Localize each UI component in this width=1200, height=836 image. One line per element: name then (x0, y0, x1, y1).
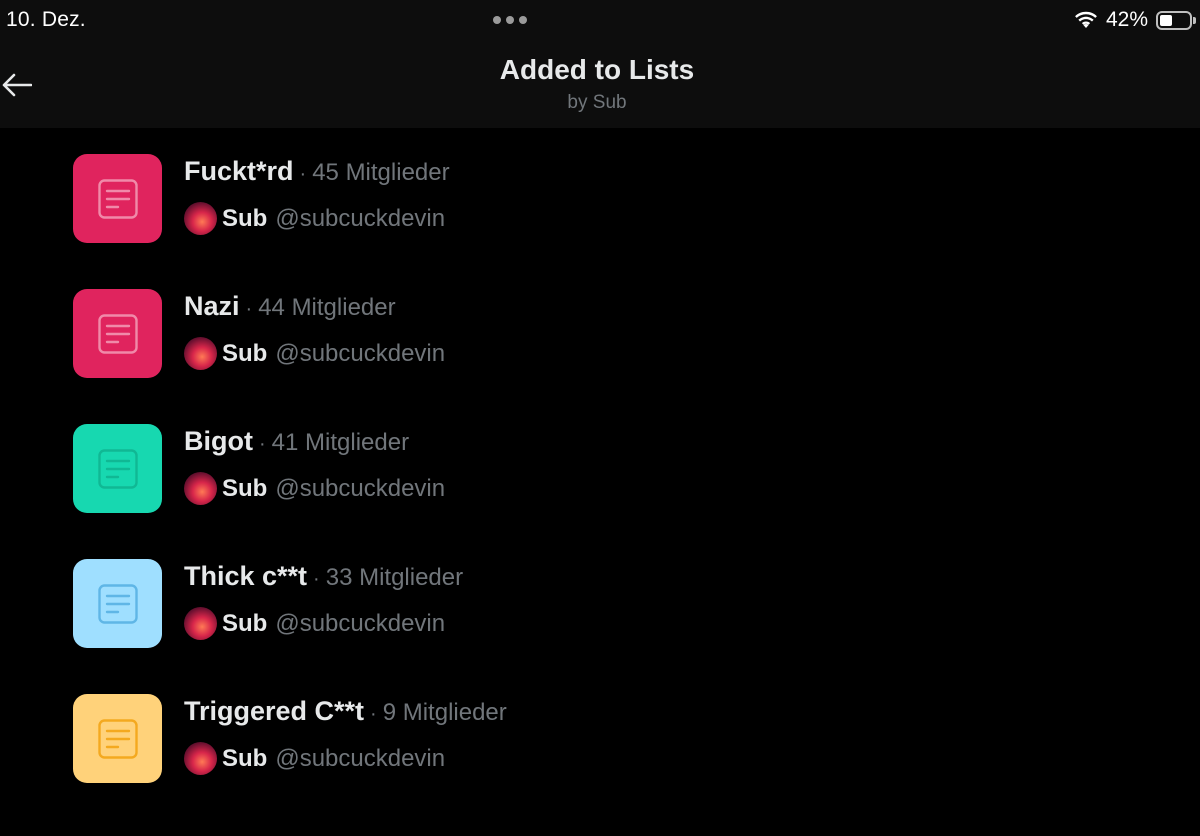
list-icon (73, 424, 162, 513)
owner-handle: @subcuckdevin (275, 204, 446, 232)
status-date: 10. Dez. (6, 8, 86, 31)
page-title: Added to Lists (499, 54, 695, 85)
avatar[interactable] (184, 742, 217, 775)
owner-name: Sub (222, 609, 268, 637)
document-list-icon (97, 718, 138, 759)
member-count: 9 Mitglieder (382, 699, 507, 726)
nav-header: Added to Lists by Sub (0, 40, 1200, 128)
list-owner-line: Sub @subcuckdevin (184, 607, 445, 640)
list-owner-line: Sub @subcuckdevin (184, 472, 445, 505)
status-indicators: 42% (1074, 8, 1196, 32)
separator-dot: · (370, 703, 377, 725)
page-subtitle: by Sub (567, 92, 627, 113)
list-icon (73, 289, 162, 378)
list-item[interactable]: Thick c**t · 33 Mitglieder Sub @subcuckdevin (0, 533, 1200, 668)
list-item[interactable]: Nazi · 44 Mitglieder Sub @subcuckdevin (0, 263, 1200, 398)
owner-handle: @subcuckdevin (275, 474, 446, 502)
owner-name: Sub (222, 339, 268, 367)
owner-name: Sub (222, 474, 268, 502)
wifi-icon (1075, 11, 1097, 28)
member-count: 41 Mitglieder (271, 429, 410, 456)
separator-dot: · (313, 568, 320, 590)
list-item[interactable]: Triggered C**t · 9 Mitglieder Sub @subcuckde… (0, 668, 1200, 803)
list-item[interactable]: Fuckt*rd · 45 Mitglieder Sub @subcuckdevin (0, 128, 1200, 263)
owner-name: Sub (222, 204, 268, 232)
list-icon (73, 154, 162, 243)
avatar[interactable] (184, 202, 217, 235)
list-title-line: Triggered C**t · 9 Mitglieder (184, 696, 507, 727)
list-name: Thick c**t (184, 561, 308, 591)
owner-handle: @subcuckdevin (275, 339, 446, 367)
document-list-icon (97, 448, 138, 489)
separator-dot: · (299, 163, 307, 185)
member-count: 45 Mitglieder (312, 159, 450, 186)
battery-fill (1160, 14, 1172, 26)
owner-handle: @subcuckdevin (275, 609, 446, 637)
list-name: Triggered C**t (184, 696, 365, 726)
document-list-icon (97, 583, 138, 624)
list-owner-line: Sub @subcuckdevin (184, 202, 445, 235)
battery-percent: 42% (1105, 8, 1148, 31)
avatar[interactable] (184, 607, 217, 640)
list-owner-line: Sub @subcuckdevin (184, 337, 445, 370)
avatar[interactable] (184, 472, 217, 505)
avatar[interactable] (184, 337, 217, 370)
separator-dot: · (245, 298, 253, 320)
list-name: Nazi (184, 291, 240, 321)
owner-handle: @subcuckdevin (275, 744, 446, 772)
list-title-line: Thick c**t · 33 Mitglieder (184, 561, 463, 592)
document-list-icon (97, 313, 138, 354)
battery-icon (1156, 10, 1196, 30)
list-icon (73, 694, 162, 783)
list-name: Fuckt*rd (184, 156, 294, 186)
list-owner-line: Sub @subcuckdevin (184, 742, 445, 775)
owner-name: Sub (222, 744, 268, 772)
list-title-line: Nazi · 44 Mitglieder (184, 291, 396, 322)
separator-dot: · (258, 433, 266, 455)
list-name: Bigot (184, 426, 253, 456)
document-list-icon (97, 178, 138, 219)
status-bar: 10. Dez. 42% (0, 0, 1200, 40)
member-count: 44 Mitglieder (258, 294, 396, 321)
lists-list: Fuckt*rd · 45 Mitglieder Sub @subcuckdevin Na… (0, 128, 1200, 803)
list-title-line: Fuckt*rd · 45 Mitglieder (184, 156, 450, 187)
screen: 10. Dez. 42% Added to Lists by Sub Fuckt… (0, 0, 1200, 836)
multitasking-dots-icon[interactable] (493, 16, 527, 24)
member-count: 33 Mitglieder (325, 564, 464, 591)
list-title-line: Bigot · 41 Mitglieder (184, 426, 409, 457)
list-item[interactable]: Bigot · 41 Mitglieder Sub @subcuckdevin (0, 398, 1200, 533)
list-icon (73, 559, 162, 648)
